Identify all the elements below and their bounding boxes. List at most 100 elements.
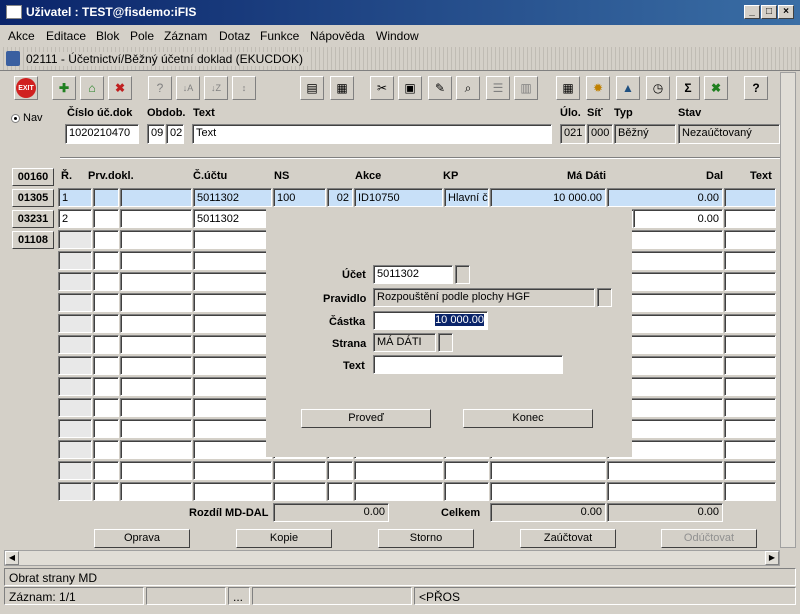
vertical-scrollbar[interactable] [780, 72, 796, 548]
save-button[interactable]: ⌂ [80, 76, 104, 100]
dialog-strana-lov[interactable] [438, 333, 453, 352]
row1-akce-a[interactable]: 02 [327, 188, 353, 207]
grid-cell[interactable] [724, 272, 776, 291]
maximize-button[interactable]: □ [761, 5, 777, 19]
grid-cell[interactable] [58, 230, 92, 249]
grid-cell[interactable] [120, 356, 192, 375]
edit-button[interactable]: ✎ [428, 76, 452, 100]
grid-cell[interactable] [58, 293, 92, 312]
menu-window[interactable]: Window [376, 29, 419, 43]
grid-cell[interactable] [193, 272, 272, 291]
grid-cell[interactable] [193, 314, 272, 333]
grid-cell[interactable] [607, 482, 723, 501]
grid-cell[interactable] [193, 377, 272, 396]
proved-button[interactable]: Proveď [301, 409, 431, 428]
grid-cell[interactable] [58, 482, 92, 501]
grid-cell[interactable] [93, 209, 119, 228]
grid-cell[interactable] [490, 461, 606, 480]
dialog-ucet-lov[interactable] [455, 265, 470, 284]
menu-napoveda[interactable]: Nápověda [310, 29, 365, 43]
grid-cell[interactable] [724, 482, 776, 501]
grid-cell[interactable] [58, 398, 92, 417]
grid-cell[interactable] [724, 461, 776, 480]
grid-cell[interactable] [724, 335, 776, 354]
state-field[interactable]: Nezaúčtovaný [678, 124, 780, 144]
kopie-button[interactable]: Kopie [236, 529, 332, 548]
grid-cell[interactable] [273, 461, 326, 480]
grid-cell[interactable] [58, 272, 92, 291]
dialog-pravidlo-field[interactable]: Rozpouštění podle plochy HGF [373, 288, 595, 307]
grid-cell[interactable] [120, 482, 192, 501]
zauctovat-button[interactable]: Zaúčtovat [520, 529, 616, 548]
type-field[interactable]: Běžný [614, 124, 676, 144]
grid-cell[interactable] [58, 251, 92, 270]
row1-md[interactable]: 10 000.00 [490, 188, 606, 207]
grid-cell[interactable] [93, 314, 119, 333]
grid-cell[interactable] [93, 398, 119, 417]
storno-button[interactable]: Storno [378, 529, 474, 548]
grid-cell[interactable] [93, 293, 119, 312]
sort-asc-button[interactable]: ↓A [176, 76, 200, 100]
menu-zaznam[interactable]: Záznam [164, 29, 207, 43]
grid-cell[interactable] [93, 461, 119, 480]
grid-cell[interactable] [724, 398, 776, 417]
grid-cell[interactable] [120, 440, 192, 459]
insert-record-button[interactable]: ✚ [52, 76, 76, 100]
row1-ucet[interactable]: 5011302 [193, 188, 272, 207]
grid-cell[interactable] [120, 272, 192, 291]
ulo-field[interactable]: 021 [560, 124, 586, 144]
row1-prv2[interactable] [120, 188, 192, 207]
period-field-a[interactable]: 09 [147, 124, 165, 144]
grid-cell[interactable] [120, 314, 192, 333]
grid-cell[interactable] [120, 335, 192, 354]
grid-cell[interactable] [724, 356, 776, 375]
grid-cell[interactable] [193, 398, 272, 417]
row2-r[interactable]: 2 [58, 209, 92, 228]
grid-cell[interactable] [354, 482, 443, 501]
grid-cell[interactable] [120, 209, 192, 228]
menu-dotaz[interactable]: Dotaz [219, 29, 250, 43]
grid-cell[interactable] [354, 461, 443, 480]
dialog-text-field[interactable] [373, 355, 563, 374]
grid-cell[interactable] [58, 440, 92, 459]
grid-cell[interactable] [120, 293, 192, 312]
grid-cell[interactable] [444, 461, 489, 480]
side-button-00160[interactable]: 00160 [12, 168, 54, 186]
excel-button[interactable]: ✖ [704, 76, 728, 100]
settings-button[interactable]: ✹ [586, 76, 610, 100]
menu-funkce[interactable]: Funkce [260, 29, 299, 43]
grid-cell[interactable] [120, 461, 192, 480]
dialog-pravidlo-lov[interactable] [597, 288, 612, 307]
grid-cell[interactable] [93, 419, 119, 438]
sum-button[interactable]: Σ [676, 76, 700, 100]
grid-cell[interactable] [273, 482, 326, 501]
help-button[interactable]: ? [744, 76, 768, 100]
grid-cell[interactable] [93, 482, 119, 501]
grid-cell[interactable] [120, 377, 192, 396]
grid-cell[interactable] [724, 209, 776, 228]
grid-cell[interactable] [120, 251, 192, 270]
nav-radio[interactable] [11, 114, 20, 123]
menu-editace[interactable]: Editace [46, 29, 86, 43]
grid-cell[interactable] [93, 377, 119, 396]
row1-kp[interactable]: Hlavní či [444, 188, 489, 207]
grid-cell[interactable] [58, 314, 92, 333]
grid-cell[interactable] [93, 440, 119, 459]
menu-pole[interactable]: Pole [130, 29, 154, 43]
search-button[interactable]: ⌕ [456, 76, 480, 100]
delete-record-button[interactable]: ✖ [108, 76, 132, 100]
oductovat-button[interactable]: Odúčtovat [661, 529, 757, 548]
grid-cell[interactable] [93, 335, 119, 354]
horizontal-scrollbar[interactable]: ◀ ▶ [4, 550, 780, 566]
text-field[interactable]: Text [192, 124, 552, 144]
row1-r[interactable]: 1 [58, 188, 92, 207]
period-field-b[interactable]: 02 [166, 124, 184, 144]
menu-akce[interactable]: Akce [8, 29, 35, 43]
grid-cell[interactable] [193, 440, 272, 459]
sort-desc-button[interactable]: ↓Z [204, 76, 228, 100]
grid-cell[interactable] [607, 461, 723, 480]
cut-button[interactable]: ✂ [370, 76, 394, 100]
oprava-button[interactable]: Oprava [94, 529, 190, 548]
side-button-01108[interactable]: 01108 [12, 231, 54, 249]
grid-cell[interactable] [193, 230, 272, 249]
